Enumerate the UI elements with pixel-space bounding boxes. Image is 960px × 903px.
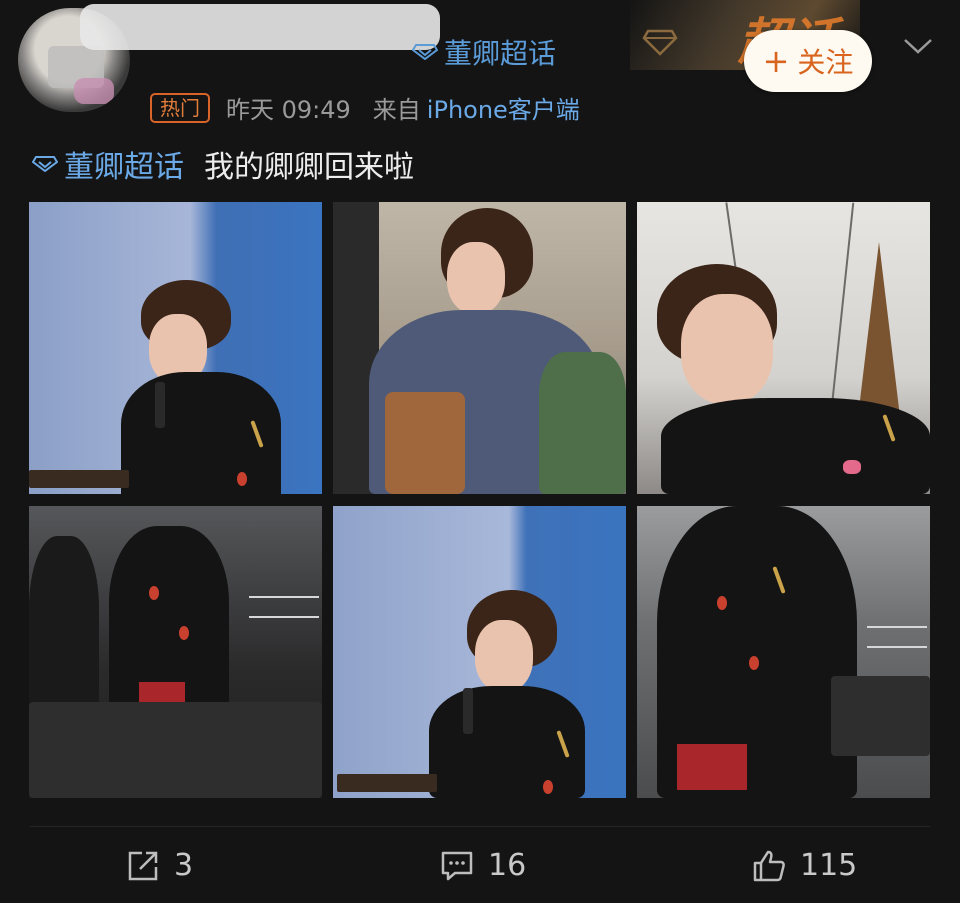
- source-prefix: 来自: [372, 96, 421, 124]
- dress-shape: [661, 398, 930, 494]
- follow-label: 关注: [797, 46, 854, 79]
- comment-count: 16: [488, 848, 527, 883]
- chevron-down-icon[interactable]: [902, 36, 934, 56]
- topic-label: 董卿超话: [64, 150, 184, 185]
- follow-button[interactable]: + 关注: [744, 30, 872, 92]
- flower-pattern: [149, 586, 159, 600]
- face-shape: [475, 620, 533, 692]
- source-device[interactable]: iPhone客户端: [427, 90, 580, 125]
- photo-6[interactable]: [637, 506, 930, 798]
- person-silhouette: [29, 536, 99, 716]
- flower-pattern: [543, 780, 553, 794]
- red-folder: [677, 744, 747, 790]
- post-body: 我的卿卿回来啦: [204, 150, 414, 185]
- gem-icon: [642, 29, 678, 56]
- photo-4[interactable]: [29, 506, 322, 798]
- mixing-console: [29, 702, 322, 798]
- light-strip: [867, 626, 927, 628]
- photo-5[interactable]: [333, 506, 626, 798]
- forward-button[interactable]: 3: [126, 848, 193, 883]
- hot-badge: 热门: [150, 92, 210, 123]
- flower-pattern: [749, 656, 759, 670]
- light-strip: [249, 596, 319, 598]
- flower-pattern: [717, 596, 727, 610]
- thumbs-up-icon: [753, 850, 785, 881]
- light-strip: [867, 646, 927, 648]
- photo-3[interactable]: [637, 202, 930, 494]
- supertopic-label: 董卿超话: [444, 37, 557, 70]
- avatar-blur: [74, 78, 114, 104]
- face-shape: [681, 294, 773, 404]
- book: [29, 470, 129, 488]
- shirt-shape: [539, 352, 626, 494]
- equipment: [831, 676, 930, 756]
- like-button[interactable]: 115: [752, 848, 857, 883]
- plus-icon: +: [762, 42, 790, 80]
- butterfly-pattern: [843, 460, 861, 474]
- comment-icon: [441, 851, 473, 880]
- book: [337, 774, 437, 792]
- topic-link[interactable]: 董卿超话: [32, 142, 184, 186]
- post-time: 昨天 09:49: [226, 96, 351, 124]
- photo-1[interactable]: [29, 202, 322, 494]
- diamond-icon: [32, 156, 58, 172]
- face-shape: [447, 242, 505, 314]
- microphone: [155, 382, 165, 428]
- post-text: 董卿超话 我的卿卿回来啦: [32, 142, 414, 186]
- post-meta: 热门 昨天 09:49 来自 iPhone客户端: [150, 90, 580, 125]
- like-count: 115: [800, 848, 858, 883]
- tote-bag: [385, 392, 465, 494]
- share-icon: [128, 851, 158, 880]
- supertopic-link[interactable]: 董卿超话: [412, 32, 556, 72]
- flower-pattern: [237, 472, 247, 486]
- microphone: [463, 688, 473, 734]
- comment-button[interactable]: 16: [440, 848, 526, 883]
- username-blurred[interactable]: [80, 4, 440, 50]
- photo-2[interactable]: [333, 202, 626, 494]
- divider: [30, 826, 930, 827]
- light-strip: [249, 616, 319, 618]
- diamond-icon: [412, 44, 438, 60]
- flower-pattern: [179, 626, 189, 640]
- forward-count: 3: [174, 848, 194, 883]
